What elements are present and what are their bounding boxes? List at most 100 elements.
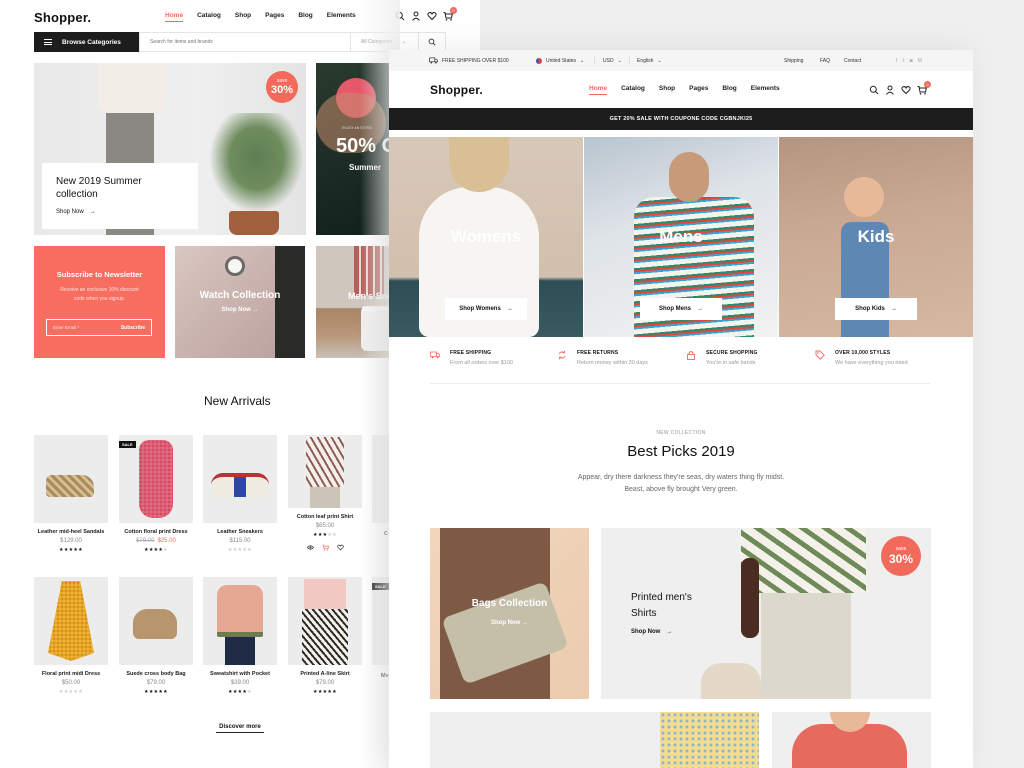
nav-shop[interactable]: Shop	[235, 12, 251, 22]
country-value: United States	[546, 57, 577, 64]
nav-catalog[interactable]: Catalog	[197, 12, 221, 22]
product-name[interactable]: Cotton floral print Dress	[119, 529, 193, 535]
bags-collection-banner[interactable]: Bags Collection Shop Now →	[430, 528, 589, 699]
product-card[interactable]: Cotton leaf print Shirt $65.00 ★★★★★	[288, 435, 362, 551]
product-name[interactable]: Leather Sneakers	[203, 529, 277, 535]
price-value: $79.00	[315, 680, 335, 686]
category-tile-womens[interactable]: Womens Shop Womens →	[389, 137, 583, 337]
medium-icon[interactable]: M	[918, 58, 922, 64]
shirt-image	[306, 437, 344, 487]
hero-shop-now-link[interactable]: Shop Now →	[56, 209, 184, 215]
product-name[interactable]: Printed A-line Skirt	[288, 671, 362, 677]
cart-icon[interactable]	[321, 544, 329, 551]
product-image[interactable]	[34, 435, 108, 523]
shirts-shop-now-label: Shop Now	[631, 629, 661, 635]
product-name[interactable]: Suede cross body Bag	[119, 671, 193, 677]
product-card[interactable]: Leather Sneakers $115.00 ★★★★★	[203, 435, 277, 553]
shirts-shop-now-link[interactable]: Shop Now →	[631, 629, 672, 635]
product-name[interactable]: Leather mid-heel Sandals	[34, 529, 108, 535]
product-image[interactable]	[288, 577, 362, 665]
cart-icon[interactable]: 0	[443, 7, 457, 21]
printed-shirts-banner[interactable]: Printed men's Shirts Shop Now → save 30%	[601, 528, 931, 699]
chevron-down-icon: ⌄	[657, 57, 662, 64]
nav-shop[interactable]: Shop	[659, 85, 675, 95]
link-contact[interactable]: Contact	[844, 58, 861, 64]
currency-selector[interactable]: USD ⌄	[603, 58, 622, 64]
link-shipping[interactable]: Shipping	[784, 58, 803, 64]
pants-image	[761, 593, 851, 699]
browse-categories-button[interactable]: Browse Categories	[34, 32, 139, 52]
promo-banner: GET 20% SALE WITH COUPONE CODE CGBNJKI25	[389, 108, 973, 130]
product-card[interactable]: SALE Cotton floral print Dress $79.00 $25…	[119, 435, 193, 553]
nav-blog[interactable]: Blog	[298, 12, 312, 22]
watch-shop-now-link[interactable]: Shop Now →	[175, 307, 305, 313]
logo[interactable]: Shopper.	[34, 10, 91, 25]
collection-kicker: NEW COLLECTION	[656, 430, 706, 436]
divider	[629, 57, 630, 64]
discover-more-link[interactable]: Discover more	[216, 724, 264, 733]
category-title-womens: Womens	[450, 227, 522, 246]
product-card[interactable]: Leather mid-heel Sandals $129.00 ★★★★★	[34, 435, 108, 553]
link-faq[interactable]: FAQ	[820, 58, 830, 64]
facebook-icon[interactable]: f	[896, 58, 897, 64]
product-name[interactable]: Cotton leaf print Shirt	[288, 514, 362, 520]
product-image[interactable]	[288, 435, 362, 508]
newsletter-email-input[interactable]: Enter Email *	[53, 325, 79, 330]
category-tile-kids[interactable]: Kids Shop Kids →	[779, 137, 973, 337]
promo-tile-dress[interactable]	[430, 712, 759, 768]
product-card[interactable]: Printed A-line Skirt $79.00 ★★★★★	[288, 577, 362, 695]
hero-banner[interactable]: save 30% New 2019 Summer collection Shop…	[34, 63, 306, 235]
nav-elements[interactable]: Elements	[751, 85, 780, 95]
heart-icon[interactable]	[901, 85, 911, 95]
search-icon	[428, 38, 436, 46]
nav-blog[interactable]: Blog	[722, 85, 736, 95]
country-selector[interactable]: United States ⌄	[536, 57, 584, 64]
language-selector[interactable]: English ⌄	[637, 58, 662, 64]
product-name[interactable]: Floral print midi Dress	[34, 671, 108, 677]
category-tile-mens[interactable]: Mens Shop Mens →	[584, 137, 778, 337]
divider	[594, 57, 595, 64]
user-icon[interactable]	[885, 85, 895, 95]
newsletter-subscribe-button[interactable]: Subscribe	[121, 325, 145, 331]
eye-icon[interactable]	[306, 544, 314, 551]
search-icon[interactable]	[869, 85, 879, 95]
product-card[interactable]: Sweatshirt with Pocket $39.00 ★★★★★	[203, 577, 277, 695]
twitter-icon[interactable]: 𝕥	[902, 58, 904, 64]
product-card[interactable]: Floral print midi Dress $50.00 ★★★★★	[34, 577, 108, 695]
cart-icon[interactable]: 0	[917, 81, 931, 95]
heart-icon[interactable]	[336, 544, 344, 551]
promo-tile-tshirt[interactable]	[772, 712, 931, 768]
shop-mens-button[interactable]: Shop Mens →	[640, 298, 722, 320]
nav-home[interactable]: Home	[589, 85, 608, 95]
nav-home[interactable]: Home	[165, 12, 184, 22]
shop-womens-button[interactable]: Shop Womens →	[445, 298, 527, 320]
watch-collection-banner[interactable]: Watch Collection Shop Now →	[175, 246, 305, 358]
nav-pages[interactable]: Pages	[689, 85, 708, 95]
main-nav: Home Catalog Shop Pages Blog Elements	[589, 85, 780, 95]
instagram-icon[interactable]: ◙	[910, 58, 913, 64]
nav-elements[interactable]: Elements	[327, 12, 356, 22]
bags-shop-now-link[interactable]: Shop Now →	[430, 620, 589, 626]
search-submit-button[interactable]	[418, 33, 445, 51]
language-value: English	[637, 57, 654, 64]
search-input[interactable]	[140, 39, 350, 45]
nav-pages[interactable]: Pages	[265, 12, 284, 22]
jeans-image	[225, 637, 255, 665]
product-image[interactable]	[34, 577, 108, 665]
feature-styles: OVER 10,000 STYLES We have everything you…	[815, 350, 908, 366]
product-name[interactable]: Sweatshirt with Pocket	[203, 671, 277, 677]
printed-shirts-title-line1: Printed men's	[631, 592, 692, 603]
product-card[interactable]: Suede cross body Bag $79.00 ★★★★★	[119, 577, 193, 695]
nav-catalog[interactable]: Catalog	[621, 85, 645, 95]
product-image[interactable]	[119, 577, 193, 665]
logo[interactable]: Shopper.	[430, 83, 483, 97]
product-image[interactable]	[203, 435, 277, 523]
product-image[interactable]	[203, 577, 277, 665]
heart-icon[interactable]	[427, 11, 437, 21]
shop-kids-button[interactable]: Shop Kids →	[835, 298, 917, 320]
rating-stars: ★★★★★	[228, 547, 252, 553]
product-image[interactable]: SALE	[119, 435, 193, 523]
user-icon[interactable]	[411, 11, 421, 21]
chevron-down-icon: ⌄	[402, 39, 407, 45]
shop-mens-label: Shop Mens	[658, 306, 691, 312]
